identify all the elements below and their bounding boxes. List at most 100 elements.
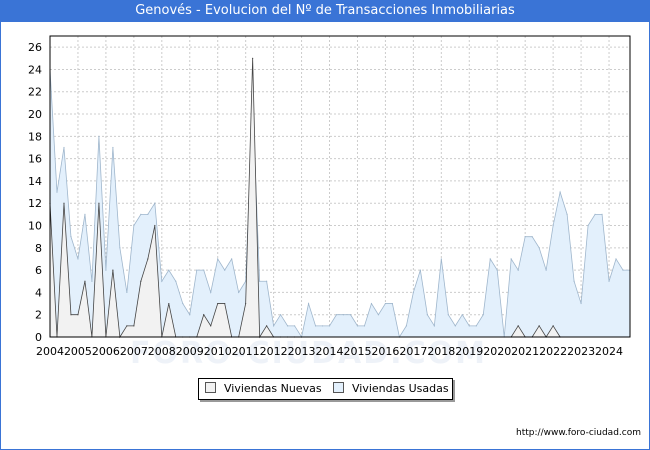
series-usadas-point	[615, 258, 617, 260]
series-usadas-point	[440, 258, 442, 260]
x-tick-label: 2017	[399, 345, 427, 358]
series-nuevas-point	[77, 314, 79, 316]
series-usadas-point	[91, 280, 93, 282]
series-usadas-point	[447, 314, 449, 316]
x-tick-label: 2021	[511, 345, 539, 358]
series-nuevas-point	[154, 224, 156, 227]
chart-legend: Viviendas Nuevas Viviendas Usadas	[198, 378, 453, 400]
series-usadas-point	[489, 258, 491, 260]
x-tick-label: 2020	[483, 345, 511, 358]
series-usadas-point	[210, 291, 212, 294]
series-nuevas-point	[98, 202, 100, 204]
series-usadas-point	[154, 202, 156, 204]
series-usadas-point	[461, 314, 463, 316]
series-usadas-point	[112, 146, 114, 149]
y-tick-label: 4	[35, 286, 42, 299]
x-tick-label: 2016	[371, 345, 399, 358]
x-tick-label: 2023	[567, 345, 595, 358]
y-tick-label: 6	[35, 264, 42, 277]
x-tick-label: 2012	[260, 345, 288, 358]
series-usadas-point	[259, 280, 261, 282]
series-nuevas-point	[203, 314, 205, 316]
y-tick-label: 0	[35, 331, 42, 344]
series-usadas-point	[342, 314, 345, 316]
series-nuevas-point	[266, 325, 268, 327]
series-nuevas-point	[126, 325, 128, 327]
y-tick-label: 16	[28, 153, 42, 166]
series-usadas-point	[321, 325, 324, 327]
series-nuevas-point	[252, 57, 254, 59]
series-usadas-point	[426, 314, 428, 316]
series-nuevas-point	[140, 280, 142, 282]
series-usadas-point	[84, 213, 86, 215]
x-tick-label: 2014	[316, 345, 344, 358]
series-usadas-point	[196, 269, 198, 271]
x-tick-label: 2009	[176, 345, 204, 358]
series-usadas-point	[231, 258, 233, 260]
series-usadas-point	[538, 247, 540, 249]
series-usadas-point	[419, 269, 421, 271]
series-usadas-point	[293, 325, 296, 327]
series-usadas-point	[601, 213, 603, 215]
series-usadas-point	[307, 302, 310, 305]
series-nuevas-point	[552, 325, 554, 327]
y-tick-label: 26	[28, 41, 42, 54]
series-usadas-point	[349, 314, 352, 316]
series-nuevas-point	[70, 314, 72, 316]
x-tick-label: 2006	[92, 345, 120, 358]
legend-item-usadas: Viviendas Usadas	[333, 382, 449, 396]
x-tick-label: 2010	[204, 345, 232, 358]
series-usadas-point	[517, 269, 519, 271]
series-usadas-point	[412, 291, 414, 294]
series-usadas-point	[77, 258, 79, 260]
series-usadas-point	[63, 146, 65, 149]
y-tick-label: 10	[28, 220, 42, 233]
series-usadas-point	[566, 213, 568, 215]
series-usadas-point	[433, 325, 435, 327]
x-tick-label: 2015	[343, 345, 371, 358]
series-nuevas-point	[210, 325, 212, 327]
x-tick-label: 2005	[64, 345, 92, 358]
series-usadas-point	[391, 302, 394, 305]
source-url: http://www.foro-ciudad.com	[516, 428, 641, 438]
series-usadas-point	[56, 191, 58, 193]
y-tick-label: 20	[28, 108, 42, 121]
x-tick-label: 2024	[595, 345, 623, 358]
series-usadas-point	[328, 325, 331, 327]
series-usadas-point	[482, 314, 484, 316]
series-usadas-point	[370, 302, 373, 305]
page-title: Genovés - Evolucion del Nº de Transaccio…	[0, 0, 650, 22]
x-tick-label: 2004	[36, 345, 64, 358]
series-usadas-point	[168, 269, 170, 271]
series-nuevas-point	[84, 280, 86, 282]
series-nuevas-point	[245, 302, 247, 305]
y-tick-label: 24	[28, 63, 42, 76]
series-usadas-point	[531, 236, 533, 238]
series-usadas-point	[587, 224, 589, 227]
series-usadas-point	[203, 269, 205, 271]
series-nuevas-point	[112, 269, 114, 271]
series-usadas-point	[314, 325, 317, 327]
series-usadas-point	[552, 224, 554, 227]
series-nuevas-point	[224, 302, 226, 305]
series-usadas-point	[363, 325, 366, 327]
series-usadas-point	[161, 280, 163, 282]
series-usadas-point	[594, 213, 596, 215]
x-tick-label: 2008	[148, 345, 176, 358]
y-tick-label: 8	[35, 242, 42, 255]
series-nuevas-point	[133, 325, 135, 327]
series-usadas-point	[335, 314, 338, 316]
legend-swatch-usadas	[333, 382, 344, 393]
legend-label-nuevas: Viviendas Nuevas	[224, 382, 322, 395]
series-usadas-point	[133, 224, 135, 227]
series-usadas-point	[266, 280, 268, 282]
series-usadas-point	[175, 280, 177, 282]
x-tick-label: 2011	[232, 345, 260, 358]
series-usadas-point	[608, 280, 610, 282]
series-usadas-point	[356, 325, 359, 327]
series-nuevas-point	[538, 325, 540, 327]
x-tick-label: 2007	[120, 345, 148, 358]
x-tick-label: 2013	[288, 345, 316, 358]
series-usadas-point	[573, 280, 575, 282]
y-tick-label: 18	[28, 130, 42, 143]
